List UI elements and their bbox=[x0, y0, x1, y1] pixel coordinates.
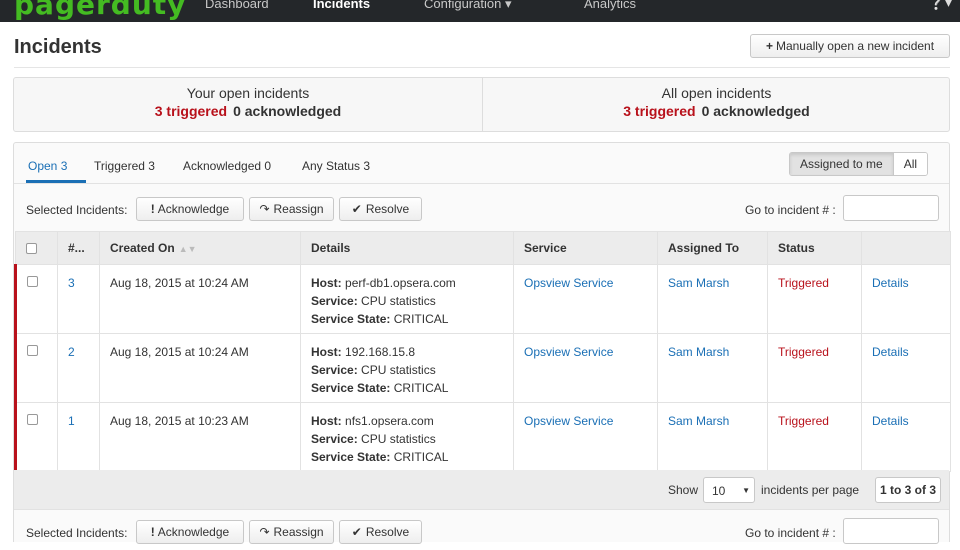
sort-icon: ▲▼ bbox=[178, 244, 197, 254]
incident-number-link[interactable]: 3 bbox=[68, 276, 75, 290]
resolve-button[interactable]: ✔ Resolve bbox=[339, 520, 422, 544]
all-button[interactable]: All bbox=[893, 153, 928, 175]
details-link[interactable]: Details bbox=[872, 276, 909, 290]
all-open-label: All open incidents bbox=[661, 85, 772, 101]
row-checkbox[interactable] bbox=[27, 276, 38, 287]
pagerduty-logo[interactable]: pagerduty bbox=[14, 0, 186, 21]
created-on-cell: Aug 18, 2015 at 10:23 AM bbox=[99, 402, 301, 472]
exclamation-icon: ! bbox=[150, 525, 155, 539]
tab-acknowledged[interactable]: Acknowledged 0 bbox=[183, 159, 271, 173]
all-triggered-count[interactable]: 3 triggered bbox=[623, 103, 695, 119]
assigned-user-link[interactable]: Sam Marsh bbox=[668, 414, 729, 428]
per-page-label: incidents per page bbox=[761, 483, 860, 497]
question-circle-icon[interactable]: ❔▾ bbox=[928, 0, 952, 11]
acknowledge-button[interactable]: ! Acknowledge bbox=[136, 520, 244, 544]
goto-incident-label: Go to incident # : bbox=[745, 526, 836, 540]
exclamation-icon: ! bbox=[150, 202, 155, 216]
select-all-cell bbox=[15, 231, 58, 265]
assigned-to-me-button[interactable]: Assigned to me bbox=[790, 153, 894, 175]
tab-divider bbox=[14, 183, 949, 184]
nav-configuration[interactable]: Configuration ▾ bbox=[424, 0, 511, 12]
caret-down-icon: ▼ bbox=[742, 486, 750, 495]
col-actions bbox=[861, 231, 951, 265]
nav-dashboard[interactable]: Dashboard bbox=[205, 0, 269, 11]
details-link[interactable]: Details bbox=[872, 345, 909, 359]
reassign-button[interactable]: ↷ Reassign bbox=[249, 520, 334, 544]
checkmark-icon: ✔ bbox=[351, 202, 362, 216]
assigned-user-link[interactable]: Sam Marsh bbox=[668, 345, 729, 359]
incidents-table: #... Created On ▲▼ Details Service Assign… bbox=[14, 231, 951, 472]
plus-icon: + bbox=[765, 39, 773, 53]
details-cell: Host: 192.168.15.8 Service: CPU statisti… bbox=[300, 333, 514, 403]
service-link[interactable]: Opsview Service bbox=[524, 345, 613, 359]
goto-incident-label: Go to incident # : bbox=[745, 203, 836, 217]
details-cell: Host: nfs1.opsera.com Service: CPU stati… bbox=[300, 402, 514, 472]
status-cell: Triggered bbox=[767, 333, 862, 403]
top-action-bar: Selected Incidents: ! Acknowledge ↷ Reassi… bbox=[14, 193, 949, 227]
created-on-cell: Aug 18, 2015 at 10:24 AM bbox=[99, 264, 301, 334]
assigned-user-link[interactable]: Sam Marsh bbox=[668, 276, 729, 290]
incident-summary: Your open incidents 3 triggered 0 acknowl… bbox=[13, 77, 950, 132]
row-checkbox[interactable] bbox=[27, 414, 38, 425]
table-row: 3 Aug 18, 2015 at 10:24 AM Host: perf-db… bbox=[14, 264, 951, 334]
tab-any-status[interactable]: Any Status 3 bbox=[302, 159, 370, 173]
pagination-range[interactable]: 1 to 3 of 3 bbox=[875, 477, 941, 503]
all-open-incidents: All open incidents 3 triggered 0 acknowle… bbox=[482, 78, 950, 131]
incident-number-link[interactable]: 2 bbox=[68, 345, 75, 359]
new-incident-label: Manually open a new incident bbox=[775, 39, 935, 53]
bottom-action-bar: Selected Incidents: ! Acknowledge ↷ Reassi… bbox=[14, 516, 949, 550]
resolve-button[interactable]: ✔ Resolve bbox=[339, 197, 422, 221]
service-link[interactable]: Opsview Service bbox=[524, 414, 613, 428]
selected-incidents-label: Selected Incidents: bbox=[26, 526, 128, 540]
col-number[interactable]: #... bbox=[57, 231, 100, 265]
col-status[interactable]: Status bbox=[767, 231, 862, 265]
reassign-button[interactable]: ↷ Reassign bbox=[249, 197, 334, 221]
table-row: 2 Aug 18, 2015 at 10:24 AM Host: 192.168… bbox=[14, 333, 951, 403]
row-checkbox[interactable] bbox=[27, 345, 38, 356]
nav-analytics[interactable]: Analytics bbox=[584, 0, 636, 11]
assignment-toggle: Assigned to me All bbox=[789, 152, 929, 176]
details-link[interactable]: Details bbox=[872, 414, 909, 428]
col-assigned-to[interactable]: Assigned To bbox=[657, 231, 768, 265]
all-acknowledged-count[interactable]: 0 acknowledged bbox=[702, 103, 810, 119]
goto-incident-input[interactable] bbox=[843, 195, 939, 221]
header-divider bbox=[14, 67, 950, 68]
status-cell: Triggered bbox=[767, 402, 862, 472]
checkmark-icon: ✔ bbox=[351, 525, 362, 539]
nav-incidents[interactable]: Incidents bbox=[313, 0, 370, 11]
status-cell: Triggered bbox=[767, 264, 862, 334]
tab-triggered[interactable]: Triggered 3 bbox=[94, 159, 155, 173]
your-acknowledged-count[interactable]: 0 acknowledged bbox=[233, 103, 341, 119]
page-title: Incidents bbox=[14, 36, 102, 58]
top-nav: pagerduty Dashboard Incidents Configurat… bbox=[0, 0, 960, 22]
selected-incidents-label: Selected Incidents: bbox=[26, 203, 128, 217]
your-triggered-count[interactable]: 3 triggered bbox=[155, 103, 227, 119]
table-row: 1 Aug 18, 2015 at 10:23 AM Host: nfs1.op… bbox=[14, 402, 951, 472]
incidents-panel: Open 3 Triggered 3 Acknowledged 0 Any St… bbox=[13, 142, 951, 544]
tab-open[interactable]: Open 3 bbox=[28, 159, 67, 173]
your-open-incidents: Your open incidents 3 triggered 0 acknowl… bbox=[14, 78, 482, 131]
your-open-label: Your open incidents bbox=[186, 85, 310, 101]
service-link[interactable]: Opsview Service bbox=[524, 276, 613, 290]
show-label: Show bbox=[668, 483, 699, 497]
pagination-bar: Show 10 ▼ incidents per page 1 to 3 of 3 bbox=[14, 470, 949, 510]
table-header-row: #... Created On ▲▼ Details Service Assign… bbox=[15, 231, 951, 265]
reassign-icon: ↷ bbox=[259, 202, 270, 216]
goto-incident-input[interactable] bbox=[843, 518, 939, 544]
col-service[interactable]: Service bbox=[513, 231, 658, 265]
col-details: Details bbox=[300, 231, 514, 265]
select-all-checkbox[interactable] bbox=[26, 243, 37, 254]
acknowledge-button[interactable]: ! Acknowledge bbox=[136, 197, 244, 221]
reassign-icon: ↷ bbox=[259, 525, 270, 539]
col-created-on[interactable]: Created On ▲▼ bbox=[99, 231, 301, 265]
new-incident-button[interactable]: + Manually open a new incident bbox=[750, 34, 950, 58]
per-page-select[interactable]: 10 ▼ bbox=[703, 477, 755, 503]
created-on-cell: Aug 18, 2015 at 10:24 AM bbox=[99, 333, 301, 403]
incident-number-link[interactable]: 1 bbox=[68, 414, 75, 428]
details-cell: Host: perf-db1.opsera.com Service: CPU s… bbox=[300, 264, 514, 334]
